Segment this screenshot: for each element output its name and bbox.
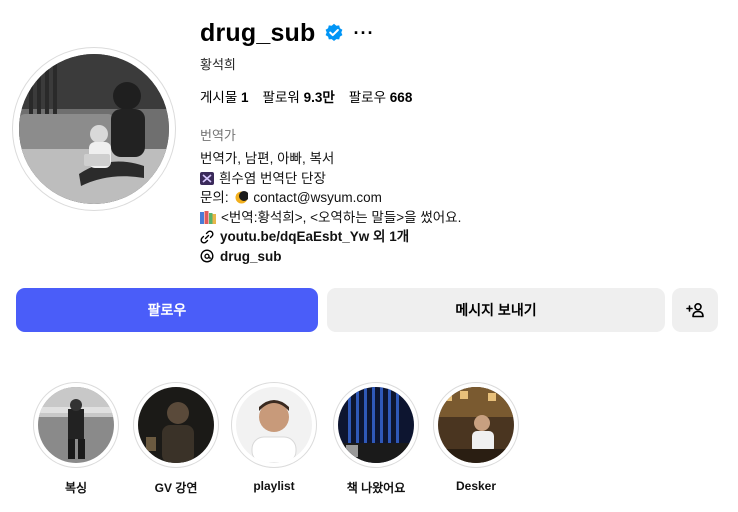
profile-actions: 팔로우 메시지 보내기 — [16, 288, 718, 332]
highlight-label: Desker — [455, 479, 497, 493]
profile-stats: 게시물 1 팔로워 9.3만 팔로우 668 — [200, 86, 412, 106]
follow-button[interactable]: 팔로우 — [16, 288, 318, 332]
highlight-playlist[interactable]: playlist — [229, 382, 319, 493]
highlight-cover-image — [338, 387, 414, 463]
highlight-cover — [236, 387, 312, 463]
followers-label: 팔로워 — [262, 90, 300, 105]
full-name: 황석희 — [200, 57, 236, 72]
highlight-ring — [433, 382, 519, 468]
threads-link[interactable]: drug_sub — [200, 247, 461, 267]
profile-photo-image — [19, 54, 169, 204]
highlight-label: 복싱 — [64, 481, 88, 495]
profile-link[interactable]: youtu.be/dqEaEsbt_Yw 외 1개 — [200, 227, 461, 247]
highlight-cover-image — [236, 387, 312, 463]
threads-icon — [200, 249, 214, 263]
link-icon — [200, 230, 214, 244]
posts-count: 1 — [241, 90, 249, 105]
bio-line-4: <번역:황석희>, <오역하는 말들>을 썼어요. — [200, 208, 461, 228]
followers-stat[interactable]: 팔로워 9.3만 — [263, 86, 335, 106]
bio-line-1: 번역가, 남편, 아빠, 복서 — [200, 151, 335, 166]
following-label: 팔로우 — [348, 90, 387, 105]
highlight-ring — [231, 382, 317, 468]
bio-line-2-text: 흰수염 번역단 단장 — [219, 170, 326, 186]
profile-avatar[interactable] — [12, 47, 176, 211]
highlight-book-released[interactable]: 책 나왔어요 — [331, 382, 421, 496]
profile-bio: 번역가, 남편, 아빠, 복서 흰수염 번역단 단장 문의: contact@w… — [200, 149, 461, 266]
highlight-cover-image — [438, 387, 514, 463]
highlight-label: GV 강연 — [154, 481, 198, 495]
highlight-cover-image — [138, 387, 214, 463]
threads-handle[interactable]: drug_sub — [220, 247, 282, 267]
highlight-label: 책 나왔어요 — [346, 481, 406, 495]
username: drug_sub — [200, 18, 316, 47]
verified-badge-icon — [325, 23, 342, 41]
profile-category: 번역가 — [200, 128, 236, 143]
bio-contact-label: 문의: — [200, 190, 229, 205]
bio-line-2: 흰수염 번역단 단장 — [200, 169, 461, 189]
username-row: drug_sub ··· — [200, 18, 374, 48]
highlight-cover — [338, 387, 414, 463]
add-person-icon — [686, 303, 704, 318]
highlight-cover-image — [38, 387, 114, 463]
highlight-desker[interactable]: Desker — [431, 382, 521, 493]
crossed-swords-icon — [200, 171, 214, 185]
following-stat[interactable]: 팔로우 668 — [349, 86, 413, 106]
highlight-label: playlist — [253, 479, 295, 493]
suggested-accounts-button[interactable] — [672, 288, 718, 332]
following-count: 668 — [389, 90, 413, 105]
profile-photo — [19, 54, 169, 204]
posts-stat: 게시물 1 — [200, 86, 249, 106]
highlight-boxing[interactable]: 복싱 — [31, 382, 121, 496]
highlight-cover — [138, 387, 214, 463]
posts-label: 게시물 — [200, 90, 238, 105]
highlight-ring — [33, 382, 119, 468]
crescent-moon-icon — [235, 191, 249, 204]
bio-line-3: 문의: contact@wsyum.com — [200, 188, 461, 208]
bio-contact-email[interactable]: contact@wsyum.com — [253, 190, 382, 205]
highlight-ring — [133, 382, 219, 468]
books-icon — [200, 210, 216, 224]
highlight-cover — [38, 387, 114, 463]
highlight-ring — [333, 382, 419, 468]
message-button[interactable]: 메시지 보내기 — [327, 288, 665, 332]
story-highlights: 복싱 GV 강연 playlist 책 나왔어요 Desker — [0, 382, 738, 502]
bio-line-4-text: <번역:황석희>, <오역하는 말들>을 썼어요. — [221, 209, 462, 225]
highlight-cover — [438, 387, 514, 463]
highlight-gv-lecture[interactable]: GV 강연 — [131, 382, 221, 496]
more-options-icon[interactable]: ··· — [354, 24, 375, 42]
profile-link-text[interactable]: youtu.be/dqEaEsbt_Yw 외 1개 — [220, 227, 409, 247]
followers-count: 9.3만 — [303, 90, 335, 105]
